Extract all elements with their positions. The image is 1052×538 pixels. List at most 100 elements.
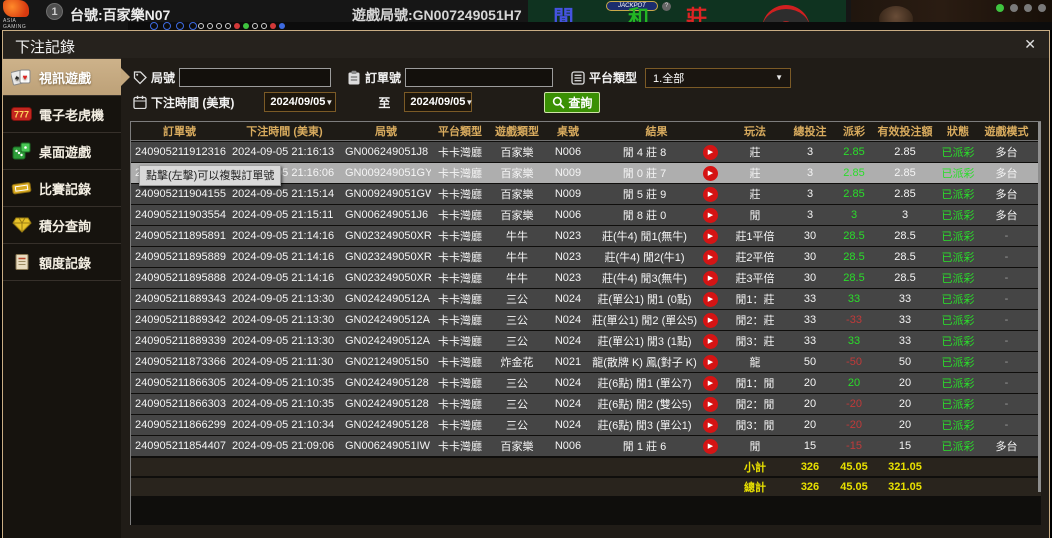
replay-button[interactable]: ▶ [702,249,718,265]
bet-time-label: 下注時間 (美東) [151,95,235,110]
round-cell: GN02124905150 [345,356,429,368]
search-button[interactable]: 查詢 [544,91,601,113]
replay-button[interactable]: ▶ [702,396,718,412]
status-cell: 已派彩 [941,315,975,327]
payout-cell: 2.85 [843,146,865,158]
table-row[interactable]: 240905211873366 2024-09-05 21:11:30 GN0212… [131,352,1041,372]
tag-icon [133,70,147,85]
sidebar-item-slot-machines[interactable]: 777 電子老虎機 [3,96,121,133]
platform-cell: 卡卡灣廳 [438,273,482,285]
replay-button[interactable]: ▶ [702,165,718,181]
column-header: 玩法 [744,126,766,138]
total-bet-cell: 33 [803,314,817,326]
replay-button[interactable]: ▶ [702,312,718,328]
play-method-cell: 閒1：莊 [735,294,775,306]
game-type-cell: 百家樂 [500,441,534,453]
bet-records-modal: 下注記錄 ✕ ♠ ♥ 視訊遊戲 777 電子老虎機 桌面遊戲 比賽記錄 積分查詢 額度記錄 局號… [2,30,1050,538]
game-type-cell: 牛牛 [506,231,528,243]
table-row[interactable]: 240905211889343 2024-09-05 21:13:30 GN0242… [131,289,1041,309]
table-row[interactable]: 240905211866299 2024-09-05 21:10:34 GN0242… [131,415,1041,435]
table-row[interactable]: 240905211904155 2024-09-05 21:15:14 GN0092… [131,184,1041,204]
replay-button[interactable]: ▶ [702,375,718,391]
table-no-cell: N009 [554,167,582,179]
calendar-icon [133,95,147,109]
total-bet-cell: 3 [806,146,814,158]
replay-cell: ▶ [698,165,722,181]
table-row[interactable]: 240905211854407 2024-09-05 21:09:06 GN0062… [131,436,1041,456]
order-no-input[interactable] [405,68,554,87]
mode-cell: - [1004,272,1009,284]
sidebar-item-video-games[interactable]: ♠ ♥ 視訊遊戲 [3,59,130,96]
game-type-cell: 牛牛 [506,252,528,264]
order-cell: 240905211889339 [135,335,226,347]
platform-type-select[interactable]: 1.全部 ▼ [645,67,792,88]
table-row[interactable]: 240905211895891 2024-09-05 21:14:16 GN0232… [131,226,1041,246]
copy-order-tooltip: 點擊(左擊)可以複製訂單號 [139,165,282,186]
table-scrollbar[interactable] [1038,122,1041,492]
replay-button[interactable]: ▶ [702,207,718,223]
replay-button[interactable]: ▶ [702,438,718,454]
replay-button[interactable]: ▶ [702,333,718,349]
table-row[interactable]: 240905211889342 2024-09-05 21:13:30 GN0242… [131,310,1041,330]
table-row[interactable]: 240905211889339 2024-09-05 21:13:30 GN0242… [131,331,1041,351]
round-cell: GN0242490512A [345,293,431,305]
date-to-value: 2024/09/05 [410,96,466,108]
order-cell: 240905211895891 [135,230,226,242]
valid-bet-cell: 33 [898,314,912,326]
column-header: 桌號 [557,126,579,138]
replay-cell: ▶ [698,270,722,286]
sidebar-item-quota-records[interactable]: 額度記錄 [3,244,121,281]
table-body: 240905211912316 2024-09-05 21:16:13 GN0062… [131,142,1041,456]
table-no-cell: N006 [554,209,582,221]
svg-text:♥: ♥ [23,73,28,82]
play-method-cell: 莊 [749,147,761,159]
replay-cell: ▶ [698,333,722,349]
status-cell: 已派彩 [941,294,975,306]
sidebar-item-points-inquiry[interactable]: 積分查詢 [3,207,121,244]
table-row[interactable]: 240905211912316 2024-09-05 21:16:13 GN0062… [131,142,1041,162]
order-cell: 240905211889342 [135,314,226,326]
replay-button[interactable]: ▶ [702,291,718,307]
date-from-picker[interactable]: 2024/09/05 ▼ [264,92,337,112]
table-row[interactable]: 240905211895889 2024-09-05 21:14:16 GN0232… [131,247,1041,267]
chevron-down-icon: ▼ [775,73,784,82]
round-cell: GN023249050XR [345,251,431,263]
table-total-row: 總計 326 45.05 321.05 [131,478,1041,496]
replay-cell: ▶ [698,249,722,265]
table-row[interactable]: 240905211866303 2024-09-05 21:10:35 GN0242… [131,394,1041,414]
game-topbar: ASIA GAMING 1 台號:百家樂N07 遊戲局號:GN007249051… [0,0,1052,30]
dice-icon [10,142,33,160]
payout-cell: 28.5 [843,272,865,284]
replay-button[interactable]: ▶ [702,270,718,286]
payout-cell: 2.85 [843,188,865,200]
clipboard-icon [347,70,361,85]
platform-type-value: 1.全部 [653,72,685,85]
platform-cell: 卡卡灣廳 [438,294,482,306]
time-cell: 2024-09-05 21:14:16 [232,230,335,242]
replay-button[interactable]: ▶ [702,144,718,160]
replay-button[interactable]: ▶ [702,354,718,370]
mode-cell: - [1004,314,1009,326]
replay-button[interactable]: ▶ [702,417,718,433]
table-no-cell: N024 [554,377,582,389]
document-icon [10,253,33,271]
svg-text:777: 777 [14,110,29,120]
table-no-cell: N021 [554,356,582,368]
valid-bet-cell: 28.5 [894,230,916,242]
status-cell: 已派彩 [941,168,975,180]
table-row[interactable]: 240905211895888 2024-09-05 21:14:16 GN0232… [131,268,1041,288]
range-to-label: 至 [378,95,391,110]
replay-button[interactable]: ▶ [702,228,718,244]
slot-777-icon: 777 [10,106,33,122]
modal-title: 下注記錄 [15,39,76,56]
replay-button[interactable]: ▶ [702,186,718,202]
table-row[interactable]: 240905211866305 2024-09-05 21:10:35 GN0242… [131,373,1041,393]
column-header: 訂單號 [163,126,196,138]
sidebar-item-table-games[interactable]: 桌面遊戲 [3,133,121,170]
table-row[interactable]: 240905211903554 2024-09-05 21:15:11 GN0062… [131,205,1041,225]
date-to-picker[interactable]: 2024/09/05 ▼ [404,92,473,112]
sidebar-item-match-records[interactable]: 比賽記錄 [3,170,121,207]
table-no-cell: N023 [554,230,582,242]
round-no-input[interactable] [179,68,332,87]
close-icon[interactable]: ✕ [1024,36,1036,53]
